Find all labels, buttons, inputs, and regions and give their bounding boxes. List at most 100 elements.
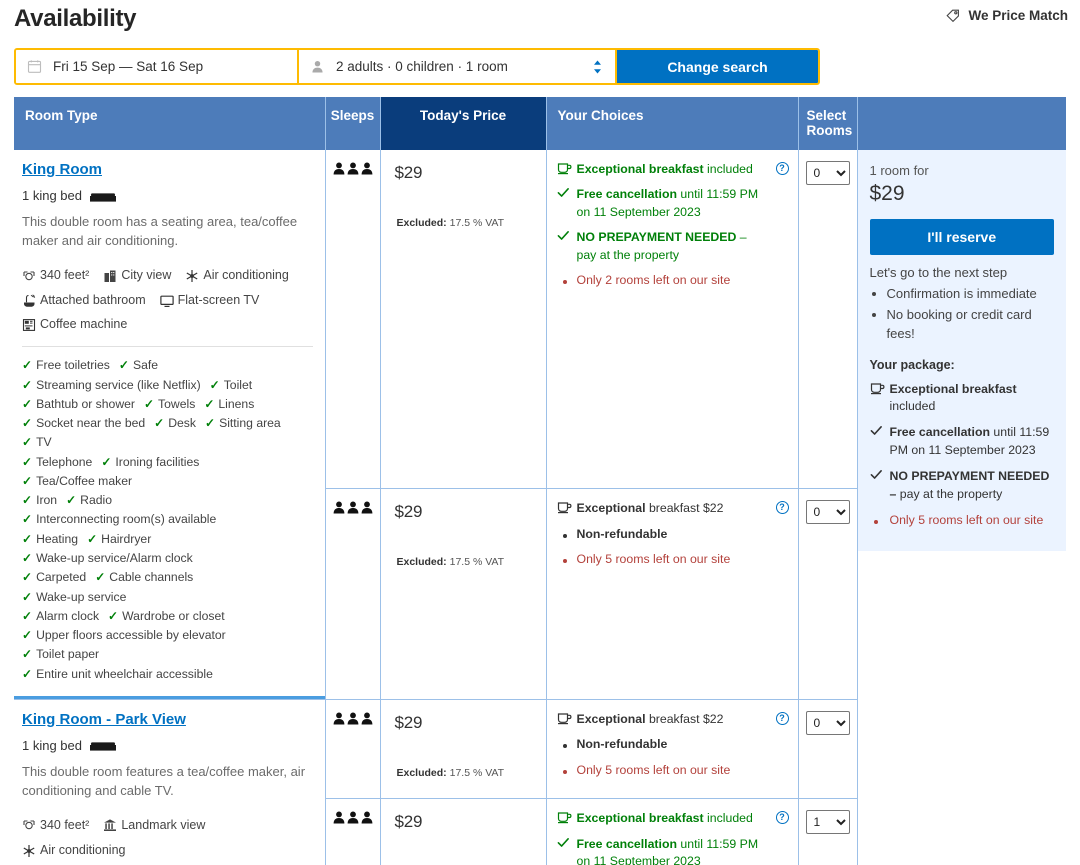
check-icon: ✓: [22, 493, 33, 508]
check-icon: ✓: [204, 396, 215, 411]
occupancy-field[interactable]: 2 adults · 0 children · 1 room: [299, 50, 617, 83]
person-filled-icon: [333, 712, 345, 725]
facility-row: 340 feet² City view Air conditioning: [22, 265, 313, 287]
reserve-panel: 1 room for $29 I'll reserve Let's go to …: [857, 150, 1066, 551]
amenity-label: Tea/Coffee maker: [36, 473, 133, 488]
sleeps-cell-0: [326, 150, 380, 192]
occupancy-value: 2 adults · 0 children · 1 room: [336, 59, 508, 74]
sleeps-cell: [325, 488, 381, 700]
price-vat-note: Excluded: 17.5 % VAT: [396, 556, 505, 569]
choice-item-0-1: Free cancellation until 11:59 PM on 11 S…: [557, 186, 788, 221]
column-header-reserve: [857, 97, 1066, 150]
select-rooms-dropdown[interactable]: 012345: [805, 500, 850, 525]
chevron-updown-icon[interactable]: [592, 59, 603, 74]
facility-city-view: City view: [103, 265, 171, 287]
facility-340-feet-: 340 feet²: [22, 265, 89, 287]
check-icon: ✓: [22, 473, 33, 488]
package-item-0: Exceptional breakfast included: [870, 381, 1055, 416]
ill-reserve-button[interactable]: I'll reserve: [869, 219, 1054, 255]
question-icon[interactable]: ?: [775, 501, 789, 515]
facility-row: Attached bathroom Flat-screen TV: [22, 290, 313, 312]
select-cell: 012345: [798, 798, 858, 865]
check-icon: ✓: [22, 550, 33, 565]
check-icon: [557, 186, 570, 199]
check-icon: ✓: [209, 377, 220, 392]
person-filled-icon: [361, 811, 373, 824]
check-icon: ✓: [22, 454, 33, 469]
check-icon: ✓: [22, 512, 33, 527]
room-description: This double room has a seating area, tea…: [22, 214, 298, 248]
amenity-item: ✓ Iron: [22, 491, 57, 510]
facility-label: Attached bathroom: [40, 292, 146, 307]
question-icon[interactable]: ?: [775, 811, 789, 825]
facility-list: 340 feet² Landmark view Air conditioning: [22, 815, 313, 865]
select-rooms-dropdown[interactable]: 012345: [805, 810, 850, 835]
room-type-link[interactable]: King Room: [22, 161, 102, 178]
facility-row: 340 feet² Landmark view Air conditioning: [22, 815, 313, 863]
facility-attached-bathroom: Attached bathroom: [22, 290, 146, 312]
date-range-field[interactable]: Fri 15 Sep — Sat 16 Sep: [16, 50, 299, 83]
amenity-label: Desk: [168, 416, 196, 431]
choice-item-3-1-text: Free cancellation until 11:59 PM on 11 S…: [576, 836, 759, 865]
check-icon: ✓: [22, 435, 33, 450]
amenity-item: ✓ Wake-up service/Alarm clock: [22, 549, 193, 568]
select-rooms-dropdown[interactable]: 012345: [805, 161, 850, 185]
choice-item-0-1-text: Free cancellation until 11:59 PM on 11 S…: [576, 187, 759, 219]
sleeps-occupancy-icons: [333, 501, 373, 514]
next-step-text: Let's go to the next step: [869, 265, 1008, 280]
choice-item-1-1: Non-refundable: [557, 526, 788, 543]
table-body: King Room 1 king bed This double room ha…: [14, 150, 1066, 865]
amenity-label: Socket near the bed: [36, 416, 146, 431]
choice-item-0-3: Only 2 rooms left on our site: [557, 272, 788, 289]
sleeps-cell: [325, 798, 381, 865]
search-bar: Fri 15 Sep — Sat 16 Sep 2 adults · 0 chi…: [14, 48, 820, 85]
check-icon: ✓: [22, 666, 33, 681]
amenity-line: ✓ Streaming service (like Netflix) ✓ Toi…: [22, 376, 313, 395]
question-icon[interactable]: ?: [775, 162, 789, 175]
amenity-item: ✓ Free toiletries: [22, 356, 110, 375]
choice-item-0-3-text: Only 2 rooms left on our site: [576, 273, 731, 288]
sleeps-occupancy-icons: [333, 162, 373, 175]
column-header-room-type: Room Type: [14, 97, 326, 150]
amenity-label: Entire unit wheelchair accessible: [36, 666, 213, 681]
choice-item-2-2-text: Only 5 rooms left on our site: [576, 762, 731, 777]
benefit-item: No booking or credit card fees!: [887, 306, 1055, 344]
check-icon: [557, 836, 570, 849]
question-icon[interactable]: ?: [775, 711, 789, 725]
sleeps-cell-3: [326, 799, 380, 841]
select-cell: 012345: [798, 699, 858, 800]
amenity-item: ✓ Desk: [154, 414, 196, 433]
amenity-label: Cable channels: [109, 570, 194, 585]
person-icon: [310, 59, 325, 74]
price-cell: $29 Excluded: 17.5 % VAT: [380, 150, 547, 490]
column-header-your-choices: Your Choices: [546, 97, 799, 150]
amenity-item: ✓ Streaming service (like Netflix): [22, 376, 201, 395]
area-icon: [22, 818, 36, 832]
facility-label: 340 feet²: [40, 817, 90, 832]
sleeps-occupancy-icons: [333, 811, 373, 824]
select-rooms-dropdown[interactable]: 012345: [805, 710, 850, 735]
amenity-item: ✓ Telephone: [22, 453, 92, 472]
package-item-text: NO PREPAYMENT NEEDED – pay at the proper…: [889, 469, 1050, 501]
benefit-item: Confirmation is immediate: [887, 285, 1055, 304]
amenity-item: ✓ Bathtub or shower: [22, 395, 135, 414]
choices-cell: Exceptional breakfast $22 Non-refundable…: [546, 488, 799, 700]
bullet-icon: [563, 533, 567, 538]
price-amount: $29: [394, 502, 423, 522]
amenity-line: ✓ Heating ✓ Hairdryer ✓ Wake-up service/…: [22, 530, 313, 569]
coffee-cup-icon: [557, 500, 572, 514]
select-cell: 012345: [798, 488, 858, 700]
check-icon: ✓: [22, 647, 33, 662]
amenity-item: ✓ Carpeted: [22, 568, 86, 587]
landmark-icon: [103, 818, 117, 832]
amenity-item: ✓ Hairdryer: [87, 530, 151, 549]
check-icon: ✓: [87, 531, 98, 546]
room-type-link[interactable]: King Room - Park View: [22, 711, 186, 728]
sleeps-cell-2: [326, 700, 380, 742]
change-search-button[interactable]: Change search: [617, 50, 818, 83]
amenity-line: ✓ Iron ✓ Radio ✓ Interconnecting room(s)…: [22, 491, 313, 530]
choice-item-2-2: Only 5 rooms left on our site: [557, 762, 788, 779]
bed-label: 1 king bed: [22, 737, 82, 753]
amenity-item: ✓ Towels: [144, 395, 195, 414]
facility-list: 340 feet² City view Air conditioning Att…: [22, 265, 313, 337]
